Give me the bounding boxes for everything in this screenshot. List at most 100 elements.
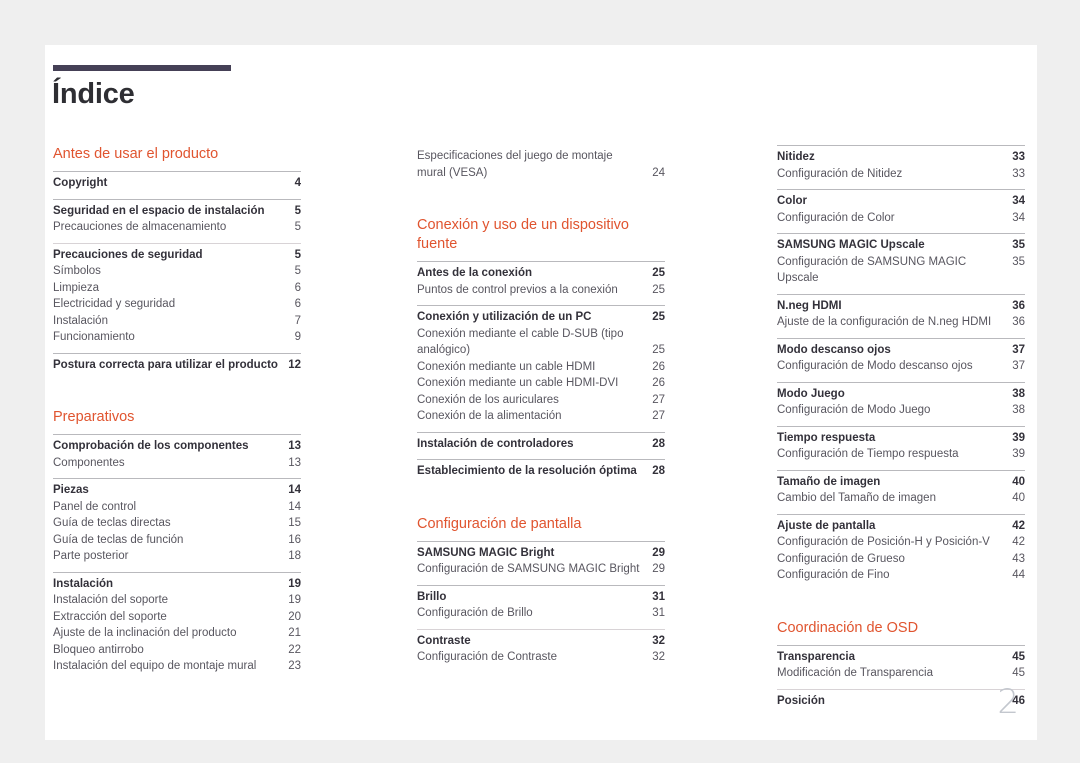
toc-entry-label: Extracción del soporte xyxy=(53,610,167,623)
toc-entry-copyright[interactable]: Copyright 4 xyxy=(53,175,301,192)
toc-entry-page: 31 xyxy=(652,607,665,619)
toc-subentry-especificaciones-del-juego-de-montaje-mural-vesa[interactable]: Especificaciones del juego de montaje mu… xyxy=(417,148,665,181)
toc-entry-label: Configuración de Grueso xyxy=(777,552,905,565)
toc-subentry-guia-de-teclas-de-funcion[interactable]: Guía de teclas de función 16 xyxy=(53,532,301,549)
toc-subentry-limpieza[interactable]: Limpieza 6 xyxy=(53,280,301,297)
toc-entry-label: Contraste xyxy=(417,634,471,647)
toc-subentry-modificacion-de-transparencia[interactable]: Modificación de Transparencia 45 xyxy=(777,665,1025,682)
toc-entry-page: 28 xyxy=(652,465,665,477)
toc-entry-page: 36 xyxy=(1012,299,1025,312)
toc-subentry-configuracion-de-brillo[interactable]: Configuración de Brillo 31 xyxy=(417,605,665,622)
toc-entry-color[interactable]: Color 34 xyxy=(777,193,1025,210)
toc-subentry-guia-de-teclas-directas[interactable]: Guía de teclas directas 15 xyxy=(53,515,301,532)
toc-group: Postura correcta para utilizar el produc… xyxy=(53,352,301,374)
toc-subentry-configuracion-de-nitidez[interactable]: Configuración de Nitidez 33 xyxy=(777,166,1025,183)
toc-entry-label: Parte posterior xyxy=(53,550,129,562)
toc-entry-instalacion-de-controladores[interactable]: Instalación de controladores 28 xyxy=(417,436,665,453)
toc-entry-tiempo-respuesta[interactable]: Tiempo respuesta 39 xyxy=(777,430,1025,447)
toc-subentry-conexion-de-la-alimentacion[interactable]: Conexión de la alimentación 27 xyxy=(417,408,665,425)
toc-entry-page: 36 xyxy=(1012,316,1025,328)
toc-subentry-panel-de-control[interactable]: Panel de control 14 xyxy=(53,499,301,516)
toc-entry-establecimiento-de-la-resolucion-optima[interactable]: Establecimiento de la resolución óptima 2… xyxy=(417,463,665,480)
toc-entry-page: 12 xyxy=(288,358,301,371)
toc-entry-transparencia[interactable]: Transparencia 45 xyxy=(777,649,1025,666)
toc-subentry-conexion-mediante-un-cable-hdmi-dvi[interactable]: Conexión mediante un cable HDMI-DVI 26 xyxy=(417,375,665,392)
toc-entry-ajuste-de-pantalla[interactable]: Ajuste de pantalla 42 xyxy=(777,518,1025,535)
toc-entry-contraste[interactable]: Contraste 32 xyxy=(417,633,665,650)
toc-subentry-puntos-de-control-previos-a-la-conexion[interactable]: Puntos de control previos a la conexión 2… xyxy=(417,282,665,299)
toc-entry-samsung-magic-upscale[interactable]: SAMSUNG MAGIC Upscale 35 xyxy=(777,237,1025,254)
toc-entry-piezas[interactable]: Piezas 14 xyxy=(53,482,301,499)
toc-subentry-configuracion-de-samsung-magic-upscale[interactable]: Configuración de SAMSUNG MAGIC Upscale 35 xyxy=(777,254,1025,287)
toc-subentry-parte-posterior[interactable]: Parte posterior 18 xyxy=(53,548,301,565)
toc-entry-label: Postura correcta para utilizar el produc… xyxy=(53,358,278,371)
toc-group: Copyright 4 xyxy=(53,171,301,192)
toc-entry-posicion[interactable]: Posición 46 xyxy=(777,693,1025,710)
toc-entry-precauciones-de-seguridad[interactable]: Precauciones de seguridad 5 xyxy=(53,247,301,264)
toc-subentry-instalacion-del-equipo-de-montaje-mural[interactable]: Instalación del equipo de montaje mural 2… xyxy=(53,658,301,675)
toc-entry-label: Copyright xyxy=(53,177,108,189)
toc-subentry-cambio-del-tamano-de-imagen[interactable]: Cambio del Tamaño de imagen 40 xyxy=(777,490,1025,507)
toc-subentry-instalacion[interactable]: Instalación 7 xyxy=(53,313,301,330)
toc-entry-label: SAMSUNG MAGIC Upscale xyxy=(777,239,925,251)
toc-entry-modo-juego[interactable]: Modo Juego 38 xyxy=(777,386,1025,403)
toc-subentry-simbolos[interactable]: Símbolos 5 xyxy=(53,263,301,280)
section-heading-coordinacion-de-osd: Coordinación de OSD xyxy=(777,619,919,636)
toc-entry-page: 6 xyxy=(294,281,301,294)
toc-entry-instalacion[interactable]: Instalación 19 xyxy=(53,576,301,593)
toc-subentry-configuracion-de-contraste[interactable]: Configuración de Contraste 32 xyxy=(417,649,665,666)
toc-entry-page: 13 xyxy=(288,456,301,469)
toc-entry-label: Ajuste de pantalla xyxy=(777,519,876,532)
toc-entry-page: 7 xyxy=(294,314,301,327)
toc-entry-comprobacion-de-los-componentes[interactable]: Comprobación de los componentes 13 xyxy=(53,438,301,455)
toc-entry-brillo[interactable]: Brillo 31 xyxy=(417,589,665,606)
toc-entry-label: Configuración de Color xyxy=(777,211,895,224)
toc-entry-label: Guía de teclas directas xyxy=(53,517,171,529)
toc-column-2: Especificaciones del juego de montaje mu… xyxy=(417,145,665,673)
toc-entry-label: Panel de control xyxy=(53,500,137,513)
toc-subentry-conexion-de-los-auriculares[interactable]: Conexión de los auriculares 27 xyxy=(417,392,665,409)
toc-entry-page: 34 xyxy=(1012,211,1025,224)
toc-entry-modo-descanso-ojos[interactable]: Modo descanso ojos 37 xyxy=(777,342,1025,359)
toc-subentry-configuracion-de-posicion-h-y-posicion-v[interactable]: Configuración de Posición-H y Posición-V… xyxy=(777,534,1025,551)
toc-entry-postura-correcta-para-utilizar-el-producto[interactable]: Postura correcta para utilizar el produc… xyxy=(53,357,301,374)
toc-subentry-bloqueo-antirrobo[interactable]: Bloqueo antirrobo 22 xyxy=(53,642,301,659)
toc-subentry-configuracion-de-modo-descanso-ojos[interactable]: Configuración de Modo descanso ojos 37 xyxy=(777,358,1025,375)
toc-group: Posición 46 xyxy=(777,688,1025,710)
toc-entry-tamano-de-imagen[interactable]: Tamaño de imagen 40 xyxy=(777,474,1025,491)
toc-subentry-configuracion-de-modo-juego[interactable]: Configuración de Modo Juego 38 xyxy=(777,402,1025,419)
toc-subentry-extraccion-del-soporte[interactable]: Extracción del soporte 20 xyxy=(53,609,301,626)
toc-entry-label: Antes de la conexión xyxy=(417,267,533,279)
toc-entry-conexion-y-utilizacion-de-un-pc[interactable]: Conexión y utilización de un PC 25 xyxy=(417,309,665,326)
toc-subentry-configuracion-de-tiempo-respuesta[interactable]: Configuración de Tiempo respuesta 39 xyxy=(777,446,1025,463)
toc-entry-n-neg-hdmi[interactable]: N.neg HDMI 36 xyxy=(777,298,1025,315)
toc-entry-antes-de-la-conexion[interactable]: Antes de la conexión 25 xyxy=(417,265,665,282)
toc-subentry-ajuste-de-la-inclinacion-del-producto[interactable]: Ajuste de la inclinación del producto 21 xyxy=(53,625,301,642)
toc-subentry-precauciones-de-almacenamiento[interactable]: Precauciones de almacenamiento 5 xyxy=(53,219,301,236)
toc-entry-page: 32 xyxy=(652,651,665,663)
toc-entry-label: Precauciones de almacenamiento xyxy=(53,221,227,233)
toc-entry-samsung-magic-bright[interactable]: SAMSUNG MAGIC Bright 29 xyxy=(417,545,665,562)
toc-subentry-configuracion-de-samsung-magic-bright[interactable]: Configuración de SAMSUNG MAGIC Bright 29 xyxy=(417,561,665,578)
toc-subentry-conexion-mediante-un-cable-hdmi[interactable]: Conexión mediante un cable HDMI 26 xyxy=(417,359,665,376)
toc-entry-page: 20 xyxy=(288,610,301,623)
toc-entry-page: 5 xyxy=(294,204,301,217)
toc-entry-nitidez[interactable]: Nitidez 33 xyxy=(777,149,1025,166)
toc-subentry-configuracion-de-color[interactable]: Configuración de Color 34 xyxy=(777,210,1025,227)
toc-subentry-configuracion-de-grueso[interactable]: Configuración de Grueso 43 xyxy=(777,551,1025,568)
toc-subentry-ajuste-de-la-configuracion-de-n-neg-hdmi[interactable]: Ajuste de la configuración de N.neg HDMI… xyxy=(777,314,1025,331)
toc-subentry-conexion-mediante-el-cable-d-sub-tipo-analogico[interactable]: Conexión mediante el cable D-SUB (tipo a… xyxy=(417,326,665,359)
toc-group: Brillo 31 Configuración de Brillo 31 xyxy=(417,584,665,622)
toc-entry-page: 40 xyxy=(1012,492,1025,504)
toc-subentry-electricidad-y-seguridad[interactable]: Electricidad y seguridad 6 xyxy=(53,296,301,313)
toc-subentry-instalacion-del-soporte[interactable]: Instalación del soporte 19 xyxy=(53,592,301,609)
toc-subentry-configuracion-de-fino[interactable]: Configuración de Fino 44 xyxy=(777,567,1025,584)
toc-subentry-funcionamiento[interactable]: Funcionamiento 9 xyxy=(53,329,301,346)
toc-entry-page: 25 xyxy=(652,344,665,356)
toc-entry-label: Configuración de Contraste xyxy=(417,651,557,663)
toc-entry-seguridad-en-el-espacio-de-instalacion[interactable]: Seguridad en el espacio de instalación 5 xyxy=(53,203,301,220)
toc-group: Tiempo respuesta 39 Configuración de Tiemp… xyxy=(777,425,1025,463)
toc-entry-label: Limpieza xyxy=(53,281,100,294)
toc-subentry-componentes[interactable]: Componentes 13 xyxy=(53,455,301,472)
